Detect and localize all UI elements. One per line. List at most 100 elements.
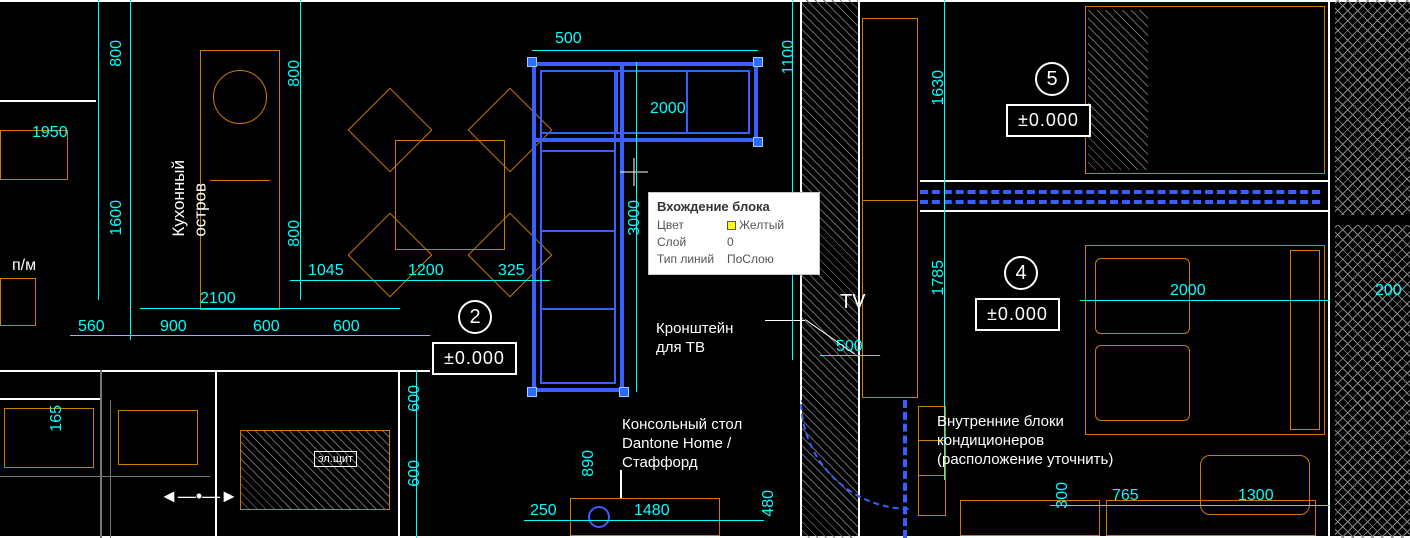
selection-grip[interactable] — [619, 387, 629, 397]
sofa-inner — [540, 70, 616, 384]
dim-1785: 1785 — [930, 260, 948, 296]
dim-2000: 2000 — [1170, 282, 1206, 300]
hover-tooltip: Вхождение блока Цвет Желтый Слой 0 Тип л… — [648, 192, 820, 275]
tooltip-layer-value: 0 — [727, 235, 734, 249]
line — [215, 370, 217, 538]
headboard — [1290, 250, 1320, 430]
tooltip-linetype-label: Тип линий — [657, 252, 721, 266]
dim-500: 500 — [555, 30, 582, 48]
dim-ext — [98, 0, 99, 300]
dim-line — [1050, 505, 1330, 506]
dim-1200: 1200 — [408, 262, 444, 280]
room-number-5: 5 — [1035, 62, 1069, 96]
dim-line — [524, 520, 764, 521]
pillow — [1095, 345, 1190, 421]
dim-3000: 3000 — [626, 200, 644, 236]
sofa-div — [540, 230, 616, 232]
appliance-outline — [0, 278, 36, 326]
cad-drawing-canvas[interactable]: ◄—•—► — [0, 0, 1410, 538]
selection-grip[interactable] — [527, 57, 537, 67]
wall-line — [1328, 0, 1330, 538]
label-tv-bracket: Кронштейндля ТВ — [656, 320, 733, 358]
text: Кронштейндля ТВ — [656, 320, 733, 356]
dim-480: 480 — [760, 490, 778, 517]
line — [0, 100, 96, 102]
dim-560: 560 — [78, 318, 105, 336]
dim-line — [532, 50, 758, 51]
dim-890: 890 — [580, 450, 598, 477]
label-ac-blocks: Внутренние блокикондиционеров(расположен… — [937, 413, 1113, 469]
dim-165: 165 — [48, 405, 66, 432]
dim-300: 300 — [1054, 482, 1072, 509]
dim-line — [290, 280, 550, 281]
sliding-door — [920, 200, 1320, 204]
text: Желтый — [739, 218, 784, 232]
dim-1950: 1950 — [32, 124, 68, 142]
burner-outline — [213, 70, 267, 124]
dim-600: 600 — [406, 385, 424, 412]
dim-600: 600 — [333, 318, 360, 336]
hatch-area — [1335, 225, 1410, 538]
door-leaf — [903, 400, 907, 538]
dim-200: 200 — [1375, 282, 1402, 300]
line — [210, 180, 270, 181]
dim-1300: 1300 — [1238, 487, 1274, 505]
dim-250: 250 — [530, 502, 557, 520]
dim-line — [1080, 300, 1330, 301]
bed-hatch — [1088, 10, 1148, 170]
tooltip-title: Вхождение блока — [657, 199, 811, 214]
dim-800: 800 — [286, 60, 304, 87]
dim-ext — [130, 0, 131, 340]
level-mark-2: ±0.000 — [432, 342, 517, 375]
room-number-4: 4 — [1004, 256, 1038, 290]
wall-line — [0, 0, 1410, 2]
dim-1480: 1480 — [634, 502, 670, 520]
line — [0, 476, 210, 477]
line — [918, 475, 946, 476]
wall-line — [920, 210, 1330, 212]
dim-600: 600 — [253, 318, 280, 336]
sofa-div — [540, 150, 616, 152]
sofa-div — [686, 70, 688, 134]
dim-800: 800 — [108, 40, 126, 67]
text: Кухонныйостров — [169, 160, 209, 237]
line — [0, 398, 100, 400]
dim-ext — [416, 370, 417, 538]
tooltip-layer-label: Слой — [657, 235, 721, 249]
hatched-panel — [240, 430, 390, 510]
cursor-crosshair — [620, 158, 648, 186]
dim-765: 765 — [1112, 487, 1139, 505]
line — [398, 370, 400, 538]
dim-1600: 1600 — [108, 200, 126, 236]
sofa-div — [540, 308, 616, 310]
dim-ext — [792, 0, 793, 360]
label-console-table: Консольный столDantone Home /Стаффорд — [622, 416, 742, 472]
tv-unit-outline — [862, 18, 918, 398]
leader-line — [765, 320, 805, 321]
leader-line — [620, 470, 622, 498]
level-mark-5: ±0.000 — [1006, 104, 1091, 137]
dim-800: 800 — [286, 220, 304, 247]
dim-325: 325 — [498, 262, 525, 280]
dim-2100: 2100 — [200, 290, 236, 308]
sofa-div — [616, 70, 618, 134]
selection-grip[interactable] — [753, 137, 763, 147]
color-swatch-icon — [727, 221, 736, 230]
line — [110, 400, 111, 538]
dim-ext — [944, 0, 945, 480]
dim-1100: 1100 — [780, 40, 798, 74]
dim-500: 500 — [836, 338, 863, 356]
text: Консольный столDantone Home /Стаффорд — [622, 416, 742, 471]
room-number-2: 2 — [458, 300, 492, 334]
marker — [588, 506, 610, 528]
dim-600: 600 — [406, 460, 424, 487]
panel-outline — [118, 410, 198, 465]
dim-1630: 1630 — [930, 70, 948, 106]
text: Внутренние блокикондиционеров(расположен… — [937, 413, 1113, 468]
tooltip-linetype-value: ПоСлою — [727, 252, 774, 266]
dim-line — [70, 335, 430, 336]
dim-1045: 1045 — [308, 262, 344, 280]
level-mark-4: ±0.000 — [975, 298, 1060, 331]
selection-grip[interactable] — [753, 57, 763, 67]
selection-grip[interactable] — [527, 387, 537, 397]
